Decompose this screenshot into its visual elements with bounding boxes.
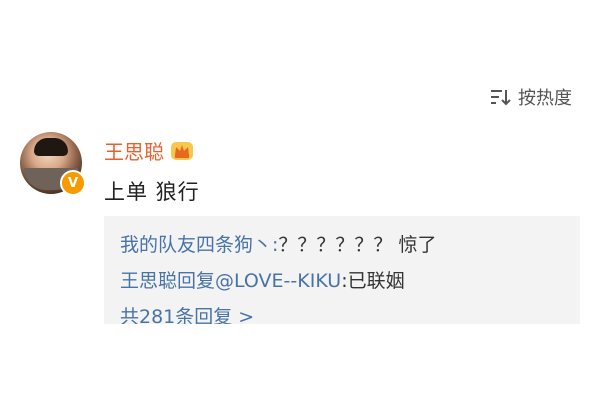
sort-by-hot-button[interactable]: 按热度 xyxy=(490,84,572,110)
reply-preview-box[interactable]: 我的队友四条狗丶:？？？？？？ 惊了 王思聪回复@LOVE--KIKU:已联姻 … xyxy=(104,216,580,324)
avatar[interactable]: V xyxy=(20,132,86,196)
reply-item[interactable]: 我的队友四条狗丶:？？？？？？ 惊了 xyxy=(120,230,436,257)
comment-text: 上单 狼行 xyxy=(104,180,200,204)
reply-user[interactable]: 我的队友四条狗丶: xyxy=(120,234,278,256)
reply-user[interactable]: 王思聪回复 xyxy=(120,270,215,292)
avatar-hair-shape xyxy=(34,138,68,156)
sort-icon xyxy=(491,90,511,106)
sort-label: 按热度 xyxy=(518,88,572,109)
username[interactable]: 王思聪 xyxy=(104,136,164,165)
reply-item[interactable]: 王思聪回复@LOVE--KIKU:已联姻 xyxy=(120,266,405,293)
more-replies-link[interactable]: 共281条回复 > xyxy=(120,302,254,324)
reply-content: ？？？？？？ 惊了 xyxy=(278,234,437,256)
comment-screen: 按热度 V 王思聪 上单 狼行 我的队友四条狗丶:？？？？？？ 惊了 王思聪回复… xyxy=(0,0,600,400)
name-row: 王思聪 xyxy=(104,136,194,165)
crown-icon xyxy=(171,141,193,160)
verified-badge-icon: V xyxy=(60,170,86,196)
reply-content: :已联姻 xyxy=(341,270,405,292)
reply-mention[interactable]: @LOVE--KIKU xyxy=(215,270,341,292)
